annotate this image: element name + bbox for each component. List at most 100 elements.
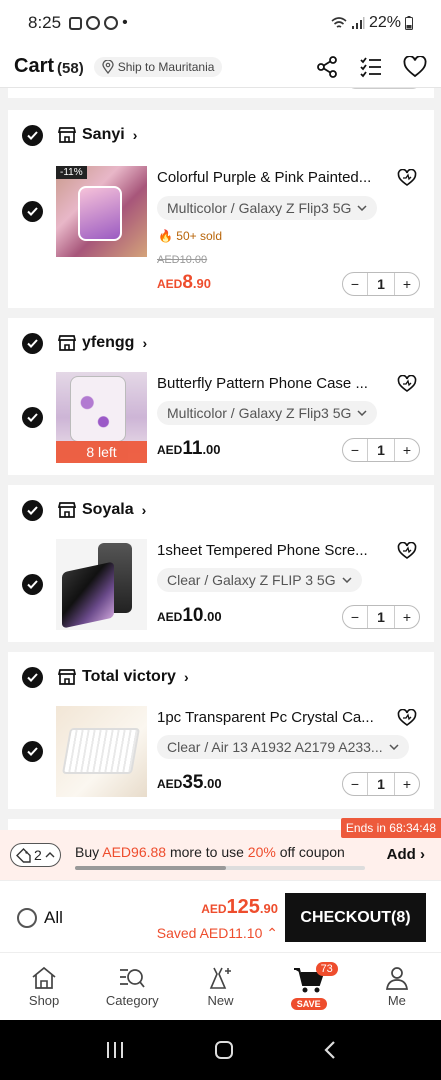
coupon-percent: 20%: [247, 844, 276, 860]
tab-new[interactable]: New: [176, 953, 264, 1020]
variant-selector[interactable]: Multicolor / Galaxy Z Flip3 5G: [157, 196, 378, 220]
phone-shape-open: [62, 561, 114, 629]
increase-button[interactable]: +: [395, 609, 419, 625]
cart-list[interactable]: Sanyi › -11% Colorful Purple & Pink Pain…: [0, 88, 441, 830]
tab-me[interactable]: Me: [353, 953, 441, 1020]
decrease-button[interactable]: −: [343, 776, 367, 792]
home-button-icon[interactable]: [214, 1040, 234, 1060]
tab-label: Shop: [28, 993, 60, 1008]
tab-category[interactable]: Category: [88, 953, 176, 1020]
stock-badge: 8 left: [56, 441, 147, 463]
tag-icon: [16, 847, 31, 863]
variant-label: Clear / Air 13 A1932 A2179 A233...: [167, 739, 383, 755]
product-name[interactable]: Colorful Purple & Pink Painted...: [157, 169, 385, 186]
product-image[interactable]: -11%: [56, 166, 147, 257]
product-image[interactable]: 8 left: [56, 372, 147, 463]
product-image[interactable]: [56, 706, 147, 797]
flame-icon: 🔥: [158, 229, 173, 243]
decrease-button[interactable]: −: [343, 609, 367, 625]
coupon-add-label[interactable]: Add: [387, 846, 416, 863]
chevron-right-icon[interactable]: ›: [142, 502, 147, 518]
share-icon[interactable]: [315, 55, 339, 79]
whatsapp-icon: [104, 16, 119, 30]
sold-label: 50+ sold: [176, 229, 222, 243]
store-checkbox[interactable]: [22, 666, 43, 688]
quantity-stepper[interactable]: − 1 +: [342, 272, 420, 296]
signal-icon: [351, 17, 365, 29]
price-currency: AED: [157, 443, 183, 457]
item-checkbox[interactable]: [22, 407, 43, 428]
price-integer: 10: [182, 605, 204, 626]
saved-amount[interactable]: Saved AED11.10 ⌃: [157, 925, 278, 942]
chevron-right-icon[interactable]: ›: [133, 127, 138, 143]
store-name[interactable]: Sanyi: [82, 126, 125, 144]
saved-label[interactable]: Saved AED11.10: [157, 925, 263, 941]
store-name[interactable]: Total victory: [82, 668, 176, 686]
quantity-stepper[interactable]: − 1 +: [342, 438, 420, 462]
select-all-label[interactable]: All: [44, 908, 63, 928]
recent-apps-icon[interactable]: [105, 1041, 125, 1059]
variant-label: Multicolor / Galaxy Z Flip3 5G: [167, 405, 352, 421]
decrease-button[interactable]: −: [343, 442, 367, 458]
coupon-count: 2: [34, 847, 42, 863]
product-image[interactable]: [56, 539, 147, 630]
item-checkbox[interactable]: [22, 741, 43, 762]
item-checkbox[interactable]: [22, 574, 43, 595]
store-name[interactable]: yfengg: [82, 334, 134, 352]
total-currency: AED: [201, 902, 227, 916]
back-icon[interactable]: [323, 1040, 337, 1060]
store-header[interactable]: Total victory ›: [8, 652, 434, 702]
store-header[interactable]: Soyala ›: [8, 485, 434, 535]
store-checkbox[interactable]: [22, 332, 43, 354]
product-name[interactable]: 1sheet Tempered Phone Scre...: [157, 542, 385, 559]
store-checkbox[interactable]: [22, 124, 43, 146]
coupon-text-middle: more to use: [166, 844, 248, 860]
variant-selector[interactable]: Clear / Air 13 A1932 A2179 A233...: [157, 735, 409, 759]
tab-shop[interactable]: Shop: [0, 953, 88, 1020]
price-decimal: .00: [202, 442, 221, 457]
chevron-right-icon[interactable]: ›: [184, 669, 189, 685]
quantity-stepper[interactable]: − 1 +: [342, 772, 420, 796]
store-header[interactable]: Sanyi ›: [8, 110, 434, 160]
wishlist-heart-icon[interactable]: [397, 375, 417, 393]
total-price: AED125.90: [201, 896, 278, 919]
item-checkbox[interactable]: [22, 201, 43, 222]
status-right: 22%: [331, 14, 413, 32]
quantity-value[interactable]: 1: [367, 439, 395, 461]
store-header[interactable]: yfengg ›: [8, 318, 434, 368]
quantity-stepper[interactable]: − 1 +: [342, 605, 420, 629]
wishlist-heart-icon[interactable]: [397, 542, 417, 560]
wishlist-heart-icon[interactable]: [397, 169, 417, 187]
product-name[interactable]: Butterfly Pattern Phone Case ...: [157, 375, 385, 392]
quantity-value[interactable]: 1: [367, 773, 395, 795]
increase-button[interactable]: +: [395, 776, 419, 792]
variant-selector[interactable]: Clear / Galaxy Z FLIP 3 5G: [157, 568, 362, 592]
checklist-icon[interactable]: [359, 55, 383, 79]
coupon-add-button[interactable]: Add ›: [387, 846, 425, 863]
checkout-button[interactable]: CHECKOUT(8): [285, 893, 426, 942]
decrease-button[interactable]: −: [343, 276, 367, 292]
variant-label: Clear / Galaxy Z FLIP 3 5G: [167, 572, 336, 588]
ship-to-chip[interactable]: Ship to Mauritania: [93, 56, 223, 77]
variant-selector[interactable]: Multicolor / Galaxy Z Flip3 5G: [157, 401, 378, 425]
price-currency: AED: [157, 610, 183, 624]
store-checkbox[interactable]: [22, 499, 43, 521]
coupon-pill[interactable]: 2: [10, 843, 61, 867]
quantity-value[interactable]: 1: [367, 273, 395, 295]
previous-store-card: [8, 88, 434, 98]
select-all-radio[interactable]: [17, 908, 37, 928]
tab-cart[interactable]: 73 SAVE: [265, 953, 353, 1020]
increase-button[interactable]: +: [395, 276, 419, 292]
heart-icon[interactable]: [403, 55, 427, 78]
chevron-right-icon[interactable]: ›: [142, 335, 147, 351]
quantity-value[interactable]: 1: [367, 606, 395, 628]
product-name[interactable]: 1pc Transparent Pc Crystal Ca...: [157, 709, 385, 726]
coupon-progress-fill: [75, 866, 226, 870]
wishlist-heart-icon[interactable]: [397, 709, 417, 727]
gallery-icon: [69, 16, 83, 30]
phone-case-shape: [78, 186, 122, 241]
product-price: AED35.00: [157, 772, 222, 794]
coupon-text-prefix: Buy: [75, 844, 103, 860]
increase-button[interactable]: +: [395, 442, 419, 458]
store-name[interactable]: Soyala: [82, 501, 134, 519]
